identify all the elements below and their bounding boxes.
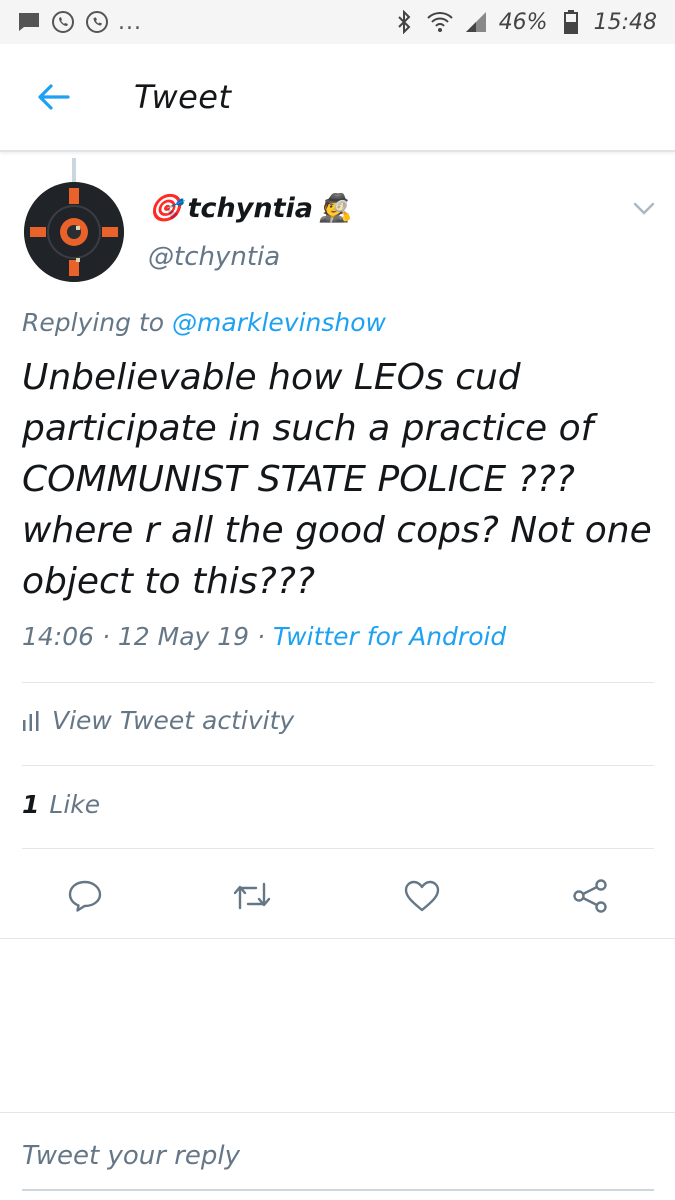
replying-to: Replying to @marklevinshow	[22, 308, 386, 337]
like-button[interactable]	[400, 874, 444, 918]
toolbar: Tweet	[0, 44, 675, 152]
battery-percent: 46%	[498, 9, 548, 35]
likes-number: 1	[22, 790, 40, 819]
reply-input-underline	[22, 1189, 654, 1191]
detective-emoji-icon: 🕵	[318, 193, 353, 224]
replying-prefix: Replying to	[22, 308, 165, 337]
heart-icon	[404, 880, 440, 912]
divider	[22, 848, 654, 849]
reply-button[interactable]	[63, 874, 107, 918]
display-name[interactable]: 🎯 tchyntia 🕵	[148, 192, 353, 225]
divider	[0, 938, 675, 939]
tweet-actions	[0, 862, 675, 928]
meta-separator: ·	[94, 622, 118, 651]
share-button[interactable]	[568, 874, 612, 918]
likes-count[interactable]: 1 Like	[22, 790, 100, 819]
divider	[22, 682, 654, 683]
meta-separator: ·	[249, 622, 273, 651]
tweet-menu-button[interactable]	[628, 196, 660, 222]
status-right: 46% 15:48	[391, 10, 657, 35]
tweet-time: 14:06	[22, 622, 95, 651]
page-title: Tweet	[134, 78, 232, 116]
replying-to-link[interactable]: @marklevinshow	[172, 308, 386, 337]
avatar[interactable]	[24, 182, 124, 282]
share-icon	[573, 879, 607, 913]
tweet-date: 12 May 19	[117, 622, 250, 651]
status-overflow: ...	[118, 9, 142, 35]
battery-icon	[558, 10, 584, 34]
tweet-meta: 14:06 · 12 May 19 · Twitter for Android	[22, 622, 506, 651]
whatsapp-icon	[84, 10, 110, 34]
user-handle[interactable]: @tchyntia	[148, 242, 280, 272]
status-time: 15:48	[593, 9, 657, 35]
reply-input[interactable]: Tweet your reply	[22, 1141, 240, 1171]
retweet-icon	[233, 882, 271, 910]
thread-line	[72, 158, 76, 182]
retweet-button[interactable]	[230, 874, 274, 918]
target-emoji-icon: 🎯	[148, 193, 182, 224]
tweet-source-link[interactable]: Twitter for Android	[273, 622, 506, 651]
signal-icon	[463, 10, 489, 34]
viber-icon	[50, 10, 76, 34]
back-button[interactable]	[22, 66, 84, 128]
back-arrow-icon	[38, 84, 70, 110]
reply-icon	[68, 880, 102, 912]
view-activity-button[interactable]: View Tweet activity	[22, 706, 294, 735]
divider	[22, 765, 654, 766]
status-bar: ... 46% 15:48	[0, 0, 675, 44]
message-icon	[16, 10, 42, 34]
bar-chart-icon	[23, 710, 39, 731]
reply-bar: Tweet your reply	[0, 1112, 675, 1200]
chevron-down-icon	[633, 202, 655, 215]
likes-label: Like	[49, 790, 101, 819]
display-name-text: tchyntia	[187, 192, 313, 224]
bluetooth-icon	[391, 10, 417, 34]
wifi-icon	[426, 10, 453, 34]
status-left: ...	[16, 10, 142, 35]
tweet-text: Unbelievable how LEOs cud participate in…	[22, 357, 652, 602]
view-activity-label: View Tweet activity	[52, 706, 295, 735]
target-image	[24, 182, 124, 282]
